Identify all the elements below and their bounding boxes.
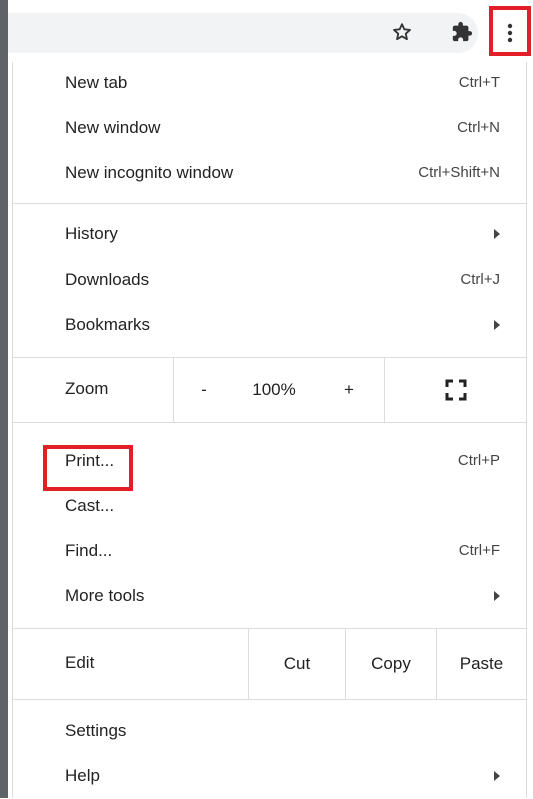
- browser-toolbar: [8, 0, 533, 62]
- menu-item-new-window[interactable]: New window Ctrl+N: [13, 107, 526, 151]
- kebab-menu-icon[interactable]: [496, 19, 524, 47]
- edit-label: Edit: [65, 653, 95, 672]
- menu-item-new-incognito-window[interactable]: New incognito window Ctrl+Shift+N: [13, 152, 526, 196]
- submenu-arrow-icon: [494, 591, 500, 601]
- menu-item-more-tools[interactable]: More tools: [13, 575, 526, 619]
- browser-window: New tab Ctrl+T New window Ctrl+N New inc…: [0, 0, 533, 798]
- zoom-level-value: 100%: [252, 380, 296, 399]
- submenu-arrow-icon: [494, 229, 500, 239]
- menu-item-downloads[interactable]: Downloads Ctrl+J: [13, 259, 526, 303]
- menu-item-label: Cast...: [65, 496, 115, 515]
- menu-item-cast[interactable]: Cast...: [13, 485, 526, 529]
- menu-item-new-tab[interactable]: New tab Ctrl+T: [13, 62, 526, 106]
- menu-divider: [13, 699, 526, 700]
- menu-item-label: New window: [65, 118, 161, 137]
- zoom-out-button[interactable]: -: [174, 358, 234, 422]
- menu-item-help[interactable]: Help: [13, 755, 526, 799]
- menu-item-history[interactable]: History: [13, 213, 526, 257]
- puzzle-extension-icon[interactable]: [448, 18, 476, 46]
- menu-item-label: History: [65, 224, 118, 243]
- menu-item-label: Bookmarks: [65, 315, 151, 334]
- menu-item-shortcut: Ctrl+N: [457, 119, 500, 136]
- fullscreen-icon: [445, 379, 466, 401]
- menu-item-shortcut: Ctrl+T: [458, 74, 500, 91]
- window-edge: [0, 0, 8, 798]
- zoom-label: Zoom: [65, 379, 109, 398]
- menu-item-label: New tab: [65, 73, 128, 92]
- chrome-main-menu: New tab Ctrl+T New window Ctrl+N New inc…: [12, 62, 527, 798]
- menu-divider: [13, 203, 526, 204]
- menu-item-bookmarks[interactable]: Bookmarks: [13, 304, 526, 348]
- submenu-arrow-icon: [494, 320, 500, 330]
- menu-item-label: More tools: [65, 586, 145, 605]
- menu-item-label: Help: [65, 766, 100, 785]
- menu-item-find[interactable]: Find... Ctrl+F: [13, 530, 526, 574]
- paste-button[interactable]: Paste: [437, 629, 526, 699]
- menu-item-shortcut: Ctrl+F: [458, 542, 500, 559]
- copy-button[interactable]: Copy: [346, 629, 436, 699]
- menu-item-shortcut: Ctrl+Shift+N: [418, 164, 500, 181]
- menu-item-label: Find...: [65, 541, 113, 560]
- fullscreen-button[interactable]: [385, 358, 526, 422]
- edit-row: Edit Cut Copy Paste: [13, 629, 526, 699]
- submenu-arrow-icon: [494, 771, 500, 781]
- menu-item-label: Downloads: [65, 270, 150, 289]
- menu-item-shortcut: Ctrl+P: [457, 452, 500, 469]
- zoom-in-button[interactable]: +: [314, 358, 384, 422]
- menu-item-settings[interactable]: Settings: [13, 710, 526, 754]
- cut-button[interactable]: Cut: [249, 629, 345, 699]
- menu-item-shortcut: Ctrl+J: [460, 271, 500, 288]
- menu-item-label: New incognito window: [65, 163, 234, 182]
- menu-item-label: Settings: [65, 721, 127, 740]
- menu-divider: [13, 422, 526, 423]
- zoom-row: Zoom - 100% +: [13, 358, 526, 422]
- star-icon[interactable]: [388, 18, 416, 46]
